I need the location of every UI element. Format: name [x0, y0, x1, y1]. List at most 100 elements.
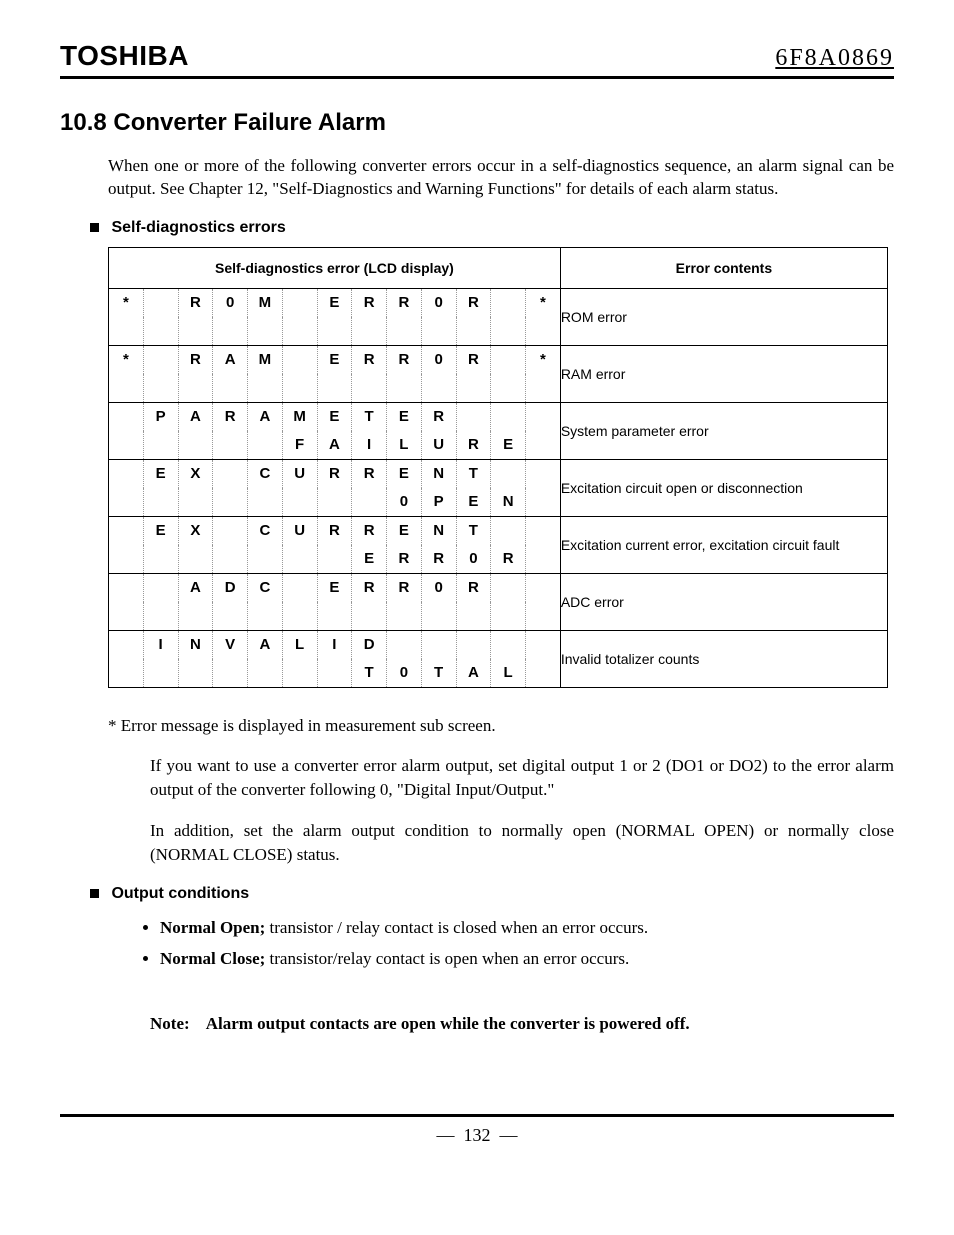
conditions-list: Normal Open; transistor / relay contact …	[160, 913, 894, 974]
lcd-char	[179, 545, 214, 573]
errors-table: Self-diagnostics error (LCD display) Err…	[108, 247, 888, 688]
lcd-char	[526, 374, 560, 402]
lcd-char	[213, 659, 248, 687]
lcd-char: 0	[387, 659, 422, 687]
lcd-char: E	[144, 517, 179, 545]
lcd-char	[144, 659, 179, 687]
lcd-char: C	[248, 460, 283, 488]
lcd-char: T	[457, 517, 492, 545]
lcd-char: E	[144, 460, 179, 488]
lcd-char: 0	[387, 488, 422, 516]
lcd-char: E	[387, 517, 422, 545]
lcd-char	[144, 431, 179, 459]
lcd-char	[352, 317, 387, 345]
error-contents: RAM error	[560, 345, 887, 402]
lcd-char	[179, 374, 214, 402]
lcd-char	[283, 659, 318, 687]
lcd-char: T	[352, 403, 387, 431]
lcd-char	[457, 631, 492, 659]
lcd-char: T	[352, 659, 387, 687]
square-bullet-icon	[90, 889, 99, 898]
table-head-contents: Error contents	[560, 247, 887, 288]
lcd-char	[387, 317, 422, 345]
lcd-char	[526, 431, 560, 459]
lcd-char	[526, 460, 560, 488]
lcd-char	[318, 659, 353, 687]
lcd-char: R	[318, 517, 353, 545]
lcd-char	[179, 488, 214, 516]
lcd-char: P	[144, 403, 179, 431]
lcd-char: M	[248, 289, 283, 317]
lcd-char	[283, 488, 318, 516]
lcd-char: R	[422, 545, 457, 573]
error-contents: System parameter error	[560, 402, 887, 459]
lcd-char	[491, 517, 526, 545]
para-alarm-condition: In addition, set the alarm output condit…	[150, 819, 894, 867]
lcd-char: E	[318, 574, 353, 602]
lcd-char	[283, 574, 318, 602]
lcd-char	[352, 602, 387, 630]
lcd-char: M	[283, 403, 318, 431]
lcd-char: T	[422, 659, 457, 687]
lcd-char: L	[387, 431, 422, 459]
lcd-char	[144, 545, 179, 573]
lcd-char: I	[144, 631, 179, 659]
header: TOSHIBA 6F8A0869	[60, 40, 894, 79]
lcd-char	[283, 374, 318, 402]
lcd-char	[457, 403, 492, 431]
list-item: Normal Close; transistor/relay contact i…	[160, 944, 894, 975]
table-head-lcd: Self-diagnostics error (LCD display)	[109, 247, 561, 288]
lcd-char: E	[387, 403, 422, 431]
normal-close-text: transistor/relay contact is open when an…	[265, 949, 629, 968]
lcd-char	[318, 374, 353, 402]
subhead-conditions: Output conditions	[90, 885, 894, 903]
lcd-char	[387, 602, 422, 630]
lcd-char	[179, 659, 214, 687]
lcd-char	[526, 602, 560, 630]
lcd-char	[179, 431, 214, 459]
lcd-char: R	[457, 289, 492, 317]
lcd-char: U	[283, 460, 318, 488]
section-heading: Converter Failure Alarm	[113, 109, 386, 136]
subhead-conditions-label: Output conditions	[111, 885, 249, 902]
lcd-char	[422, 602, 457, 630]
error-contents: ADC error	[560, 573, 887, 630]
lcd-char	[213, 431, 248, 459]
subhead-errors: Self-diagnostics errors	[90, 219, 894, 237]
lcd-char: R	[491, 545, 526, 573]
lcd-char	[144, 374, 179, 402]
subhead-errors-label: Self-diagnostics errors	[111, 219, 285, 236]
lcd-char	[109, 574, 144, 602]
lcd-char	[283, 289, 318, 317]
lcd-char	[526, 659, 560, 687]
lcd-char: A	[248, 403, 283, 431]
lcd-char	[109, 403, 144, 431]
lcd-char: 0	[213, 289, 248, 317]
lcd-char	[526, 631, 560, 659]
lcd-char	[144, 289, 179, 317]
lcd-char: A	[457, 659, 492, 687]
lcd-char	[422, 317, 457, 345]
lcd-char	[457, 602, 492, 630]
lcd-char	[248, 659, 283, 687]
lcd-char: A	[179, 403, 214, 431]
lcd-char: R	[213, 403, 248, 431]
lcd-char	[213, 602, 248, 630]
lcd-char	[422, 374, 457, 402]
lcd-char: L	[491, 659, 526, 687]
section-number: 10.8	[60, 109, 107, 136]
normal-open-label: Normal Open;	[160, 918, 265, 937]
lcd-char	[248, 602, 283, 630]
lcd-char: N	[422, 460, 457, 488]
lcd-char	[248, 374, 283, 402]
lcd-char	[109, 631, 144, 659]
lcd-char: E	[457, 488, 492, 516]
lcd-char: C	[248, 574, 283, 602]
lcd-char: P	[422, 488, 457, 516]
lcd-char: R	[179, 289, 214, 317]
lcd-char	[491, 289, 526, 317]
note-bold: Note: Alarm output contacts are open whi…	[150, 1014, 894, 1034]
lcd-char	[491, 574, 526, 602]
lcd-char	[352, 488, 387, 516]
lcd-char	[109, 374, 144, 402]
